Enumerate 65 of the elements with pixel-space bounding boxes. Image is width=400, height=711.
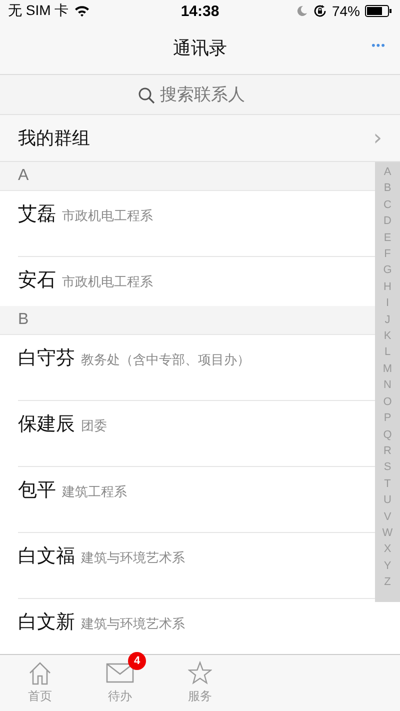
index-letter[interactable]: T xyxy=(384,476,391,492)
contact-name: 艾磊 xyxy=(18,202,56,227)
my-groups-row[interactable]: 我的群组 › xyxy=(0,115,400,162)
index-letter[interactable]: K xyxy=(384,328,392,344)
index-letter[interactable]: J xyxy=(384,312,390,328)
page-title: 通讯录 xyxy=(173,37,227,60)
star-icon xyxy=(188,661,212,685)
contact-department: 团委 xyxy=(81,418,107,435)
index-letter[interactable]: H xyxy=(384,278,392,296)
tab-item[interactable]: 4 待办 xyxy=(80,655,160,711)
home-icon xyxy=(28,661,52,685)
search-icon xyxy=(138,86,155,104)
section-letter: A xyxy=(18,167,29,185)
battery-percent: 74% xyxy=(332,3,360,19)
index-letter[interactable]: R xyxy=(384,442,392,460)
index-letter[interactable]: S xyxy=(384,459,392,476)
index-letter[interactable]: D xyxy=(384,213,392,230)
contact-name: 白守芬 xyxy=(18,346,75,371)
contact-name: 保建辰 xyxy=(18,412,75,437)
battery-icon xyxy=(365,5,392,17)
index-letter[interactable]: Y xyxy=(384,558,392,574)
index-letter[interactable]: L xyxy=(384,344,391,361)
carrier-text: 无 SIM 卡 xyxy=(8,2,69,20)
index-letter[interactable]: O xyxy=(383,394,392,410)
index-letter[interactable]: I xyxy=(386,295,390,312)
section-letter: B xyxy=(18,311,29,329)
index-letter[interactable]: P xyxy=(384,410,392,426)
contact-name: 包平 xyxy=(18,478,56,503)
envelope-icon xyxy=(106,663,134,683)
tab-item[interactable]: 首页 xyxy=(0,655,80,711)
clock-text: 14:38 xyxy=(180,2,220,20)
contact-department: 建筑与环境艺术系 xyxy=(81,616,185,633)
contact-name: 安石 xyxy=(18,268,56,293)
contact-department: 市政机电工程系 xyxy=(62,208,153,225)
tab-item[interactable]: 服务 xyxy=(160,655,240,711)
index-letter[interactable]: A xyxy=(384,164,392,180)
search-field[interactable]: 搜索联系人 xyxy=(158,84,262,106)
index-letter[interactable]: E xyxy=(384,230,392,246)
index-letter[interactable]: V xyxy=(384,508,392,525)
index-letter[interactable]: F xyxy=(384,246,391,262)
index-letter[interactable]: W xyxy=(382,524,393,542)
index-letter[interactable]: G xyxy=(383,262,392,279)
index-letter[interactable]: X xyxy=(384,541,392,558)
contact-department: 建筑与环境艺术系 xyxy=(81,550,185,567)
index-letter[interactable]: B xyxy=(384,180,392,197)
rotation-lock-icon xyxy=(312,4,327,18)
contact-name: 白文福 xyxy=(18,544,75,569)
chevron-icon: › xyxy=(373,126,382,150)
more-button[interactable]: ••• xyxy=(367,36,390,56)
moon-icon xyxy=(296,5,308,17)
contact-name: 白文新 xyxy=(18,610,75,635)
alphabet-index-bar[interactable]: A B C D E F G H I J K L M N O P Q R S T U V W X Y Z xyxy=(375,162,400,602)
index-letter[interactable]: Z xyxy=(384,574,391,591)
contact-department: 建筑工程系 xyxy=(62,484,127,501)
index-letter[interactable]: M xyxy=(382,360,392,378)
contact-row[interactable]: 安石 市政机电工程系 xyxy=(18,257,375,306)
contact-department: 市政机电工程系 xyxy=(62,274,153,291)
index-letter[interactable]: Q xyxy=(383,426,392,443)
contact-row[interactable]: 白文新 建筑与环境艺术系 xyxy=(18,599,375,648)
index-letter[interactable]: U xyxy=(384,492,392,509)
index-letter[interactable]: C xyxy=(384,196,392,214)
wifi-icon xyxy=(74,5,90,17)
contact-department: 教务处（含中专部、项目办） xyxy=(81,352,250,369)
unread-badge: 4 xyxy=(128,652,146,670)
index-letter[interactable]: N xyxy=(384,377,392,394)
